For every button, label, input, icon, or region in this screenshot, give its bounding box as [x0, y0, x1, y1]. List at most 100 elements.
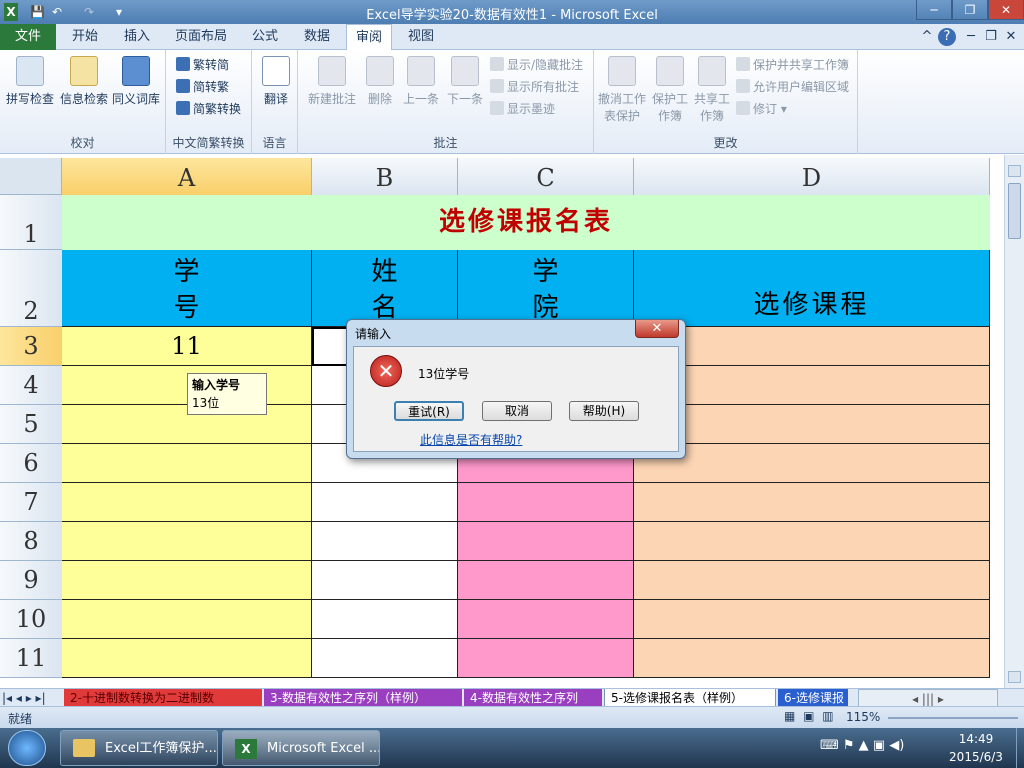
col-header-b[interactable]: B	[312, 158, 458, 195]
ribbon-collapse-icon[interactable]: ^	[920, 24, 934, 50]
start-button[interactable]	[8, 730, 46, 766]
show-hide-comment-button[interactable]: 显示/隐藏批注	[490, 56, 583, 73]
taskbar-item-excel[interactable]: X Microsoft Excel ...	[222, 730, 380, 766]
dialog-close-button[interactable]: ✕	[635, 320, 679, 338]
vertical-scrollbar[interactable]	[1004, 155, 1024, 688]
tab-home[interactable]: 开始	[62, 24, 108, 50]
row-header-7[interactable]: 7	[0, 483, 62, 522]
row-header-3[interactable]: 3	[0, 327, 62, 366]
tab-data[interactable]: 数据	[294, 24, 340, 50]
cell-d8[interactable]	[634, 522, 990, 561]
cell-c10[interactable]	[458, 600, 634, 639]
tab-page-layout[interactable]: 页面布局	[166, 24, 236, 50]
cell-b9[interactable]	[312, 561, 458, 600]
cell-d9[interactable]	[634, 561, 990, 600]
help-button[interactable]: 帮助(H)	[569, 401, 639, 421]
col-header-a[interactable]: A	[62, 158, 312, 195]
spell-check-button[interactable]: 拼写检查	[4, 56, 56, 107]
cell-d7[interactable]	[634, 483, 990, 522]
new-comment-button[interactable]: 新建批注	[304, 56, 360, 107]
cell-d10[interactable]	[634, 600, 990, 639]
sheet-tab-2[interactable]: 2-十进制数转换为二进制数	[64, 689, 262, 707]
horizontal-scrollbar[interactable]: ◂ ||| ▸	[858, 689, 998, 707]
row-header-9[interactable]: 9	[0, 561, 62, 600]
cell-d6[interactable]	[634, 444, 990, 483]
scroll-down-button[interactable]	[1008, 671, 1021, 683]
row-header-11[interactable]: 11	[0, 639, 62, 678]
row-header-5[interactable]: 5	[0, 405, 62, 444]
cell-b10[interactable]	[312, 600, 458, 639]
share-workbook-button[interactable]: 共享工作簿	[692, 56, 732, 124]
show-desktop-button[interactable]	[1016, 728, 1024, 768]
select-all-corner[interactable]	[0, 158, 62, 195]
allow-edit-ranges-button[interactable]: 允许用户编辑区域	[736, 78, 849, 95]
col-header-c[interactable]: C	[458, 158, 634, 195]
tray-icons[interactable]: ⌨ ⚑ ▲ ▣ ◀)	[820, 738, 904, 753]
row-header-6[interactable]: 6	[0, 444, 62, 483]
sheet-tab-4[interactable]: 4-数据有效性之序列	[464, 689, 602, 707]
delete-comment-button[interactable]: 删除	[362, 56, 398, 107]
show-ink-button[interactable]: 显示墨迹	[490, 100, 555, 117]
clock-time[interactable]: 14:49	[946, 732, 1006, 746]
cell-d11[interactable]	[634, 639, 990, 678]
simp-to-trad-button[interactable]: 简转繁	[176, 78, 229, 95]
header-student-id[interactable]: 学号	[62, 250, 312, 327]
cell-a6[interactable]	[62, 444, 312, 483]
help-link[interactable]: 此信息是否有帮助?	[420, 431, 522, 448]
next-comment-button[interactable]: 下一条	[444, 56, 486, 107]
cell-b8[interactable]	[312, 522, 458, 561]
cancel-button[interactable]: 取消	[482, 401, 552, 421]
header-college[interactable]: 学院	[458, 250, 634, 327]
view-buttons[interactable]: ▦ ▣ ▥	[784, 709, 836, 723]
help-icon[interactable]: ?	[938, 28, 956, 46]
cell-d4[interactable]	[634, 366, 990, 405]
retry-button[interactable]: 重试(R)	[394, 401, 464, 421]
doc-restore-icon[interactable]: ❐	[984, 24, 998, 50]
row-header-10[interactable]: 10	[0, 600, 62, 639]
thesaurus-button[interactable]: 同义词库	[110, 56, 162, 107]
cell-a8[interactable]	[62, 522, 312, 561]
header-name[interactable]: 姓名	[312, 250, 458, 327]
zoom-level[interactable]: 115%	[846, 710, 880, 724]
clock-date[interactable]: 2015/6/3	[940, 750, 1012, 764]
cell-b7[interactable]	[312, 483, 458, 522]
taskbar-item-explorer[interactable]: Excel工作簿保护...	[60, 730, 218, 766]
restore-button[interactable]: ❐	[952, 0, 988, 20]
cell-b11[interactable]	[312, 639, 458, 678]
prev-comment-button[interactable]: 上一条	[400, 56, 442, 107]
cell-c11[interactable]	[458, 639, 634, 678]
chinese-convert-button[interactable]: 简繁转换	[176, 100, 241, 117]
show-all-comments-button[interactable]: 显示所有批注	[490, 78, 579, 95]
row-header-4[interactable]: 4	[0, 366, 62, 405]
tab-file[interactable]: 文件	[0, 24, 56, 50]
row-header-1[interactable]: 1	[0, 195, 62, 250]
cell-c8[interactable]	[458, 522, 634, 561]
col-header-d[interactable]: D	[634, 158, 990, 195]
sheet-tab-5-active[interactable]: 5-选修课报名表（样例）	[604, 689, 776, 707]
doc-minimize-icon[interactable]: ─	[964, 24, 978, 50]
translate-button[interactable]: 翻译	[256, 56, 296, 107]
cell-d3[interactable]	[634, 327, 990, 366]
header-course[interactable]: 选修课程	[634, 250, 990, 327]
sheet-tab-6[interactable]: 6-选修课报	[778, 689, 848, 707]
row-header-2[interactable]: 2	[0, 250, 62, 327]
scroll-up-button[interactable]	[1008, 165, 1021, 177]
tab-formulas[interactable]: 公式	[242, 24, 288, 50]
zoom-slider[interactable]	[888, 717, 1018, 719]
tab-review[interactable]: 审阅	[346, 24, 392, 50]
cell-c7[interactable]	[458, 483, 634, 522]
track-changes-button[interactable]: 修订 ▾	[736, 100, 787, 117]
tab-view[interactable]: 视图	[398, 24, 444, 50]
doc-close-icon[interactable]: ✕	[1004, 24, 1018, 50]
cell-a7[interactable]	[62, 483, 312, 522]
sheet-title-cell[interactable]: 选修课报名表	[62, 195, 990, 250]
sheet-nav-buttons[interactable]: |◂ ◂ ▸ ▸|	[2, 689, 62, 707]
cell-d5[interactable]	[634, 405, 990, 444]
cell-a10[interactable]	[62, 600, 312, 639]
protect-share-button[interactable]: 保护并共享工作簿	[736, 56, 849, 73]
protect-workbook-button[interactable]: 保护工作簿	[650, 56, 690, 124]
cell-a3[interactable]: 11	[62, 327, 312, 366]
sheet-tab-3[interactable]: 3-数据有效性之序列（样例）	[264, 689, 462, 707]
close-button[interactable]: ✕	[988, 0, 1024, 20]
cell-a11[interactable]	[62, 639, 312, 678]
